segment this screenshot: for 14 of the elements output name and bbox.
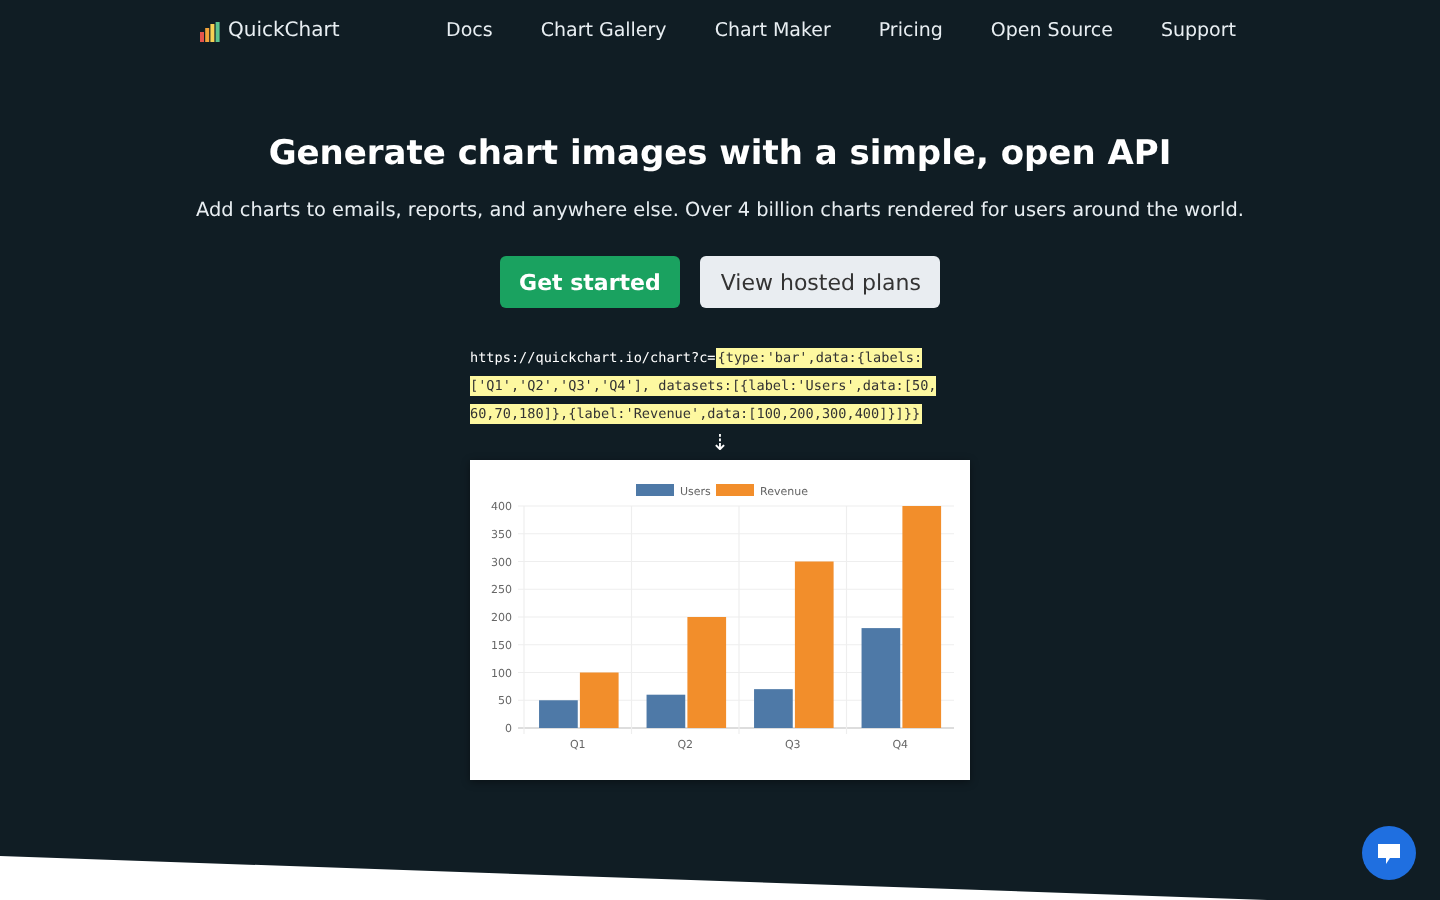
- nav-link[interactable]: Chart Gallery: [540, 19, 667, 41]
- bar-chart-logo-icon: [200, 19, 220, 41]
- down-arrow-icon: ⇣: [710, 432, 730, 456]
- plans-button[interactable]: View hosted plans: [700, 256, 941, 308]
- hero-subtitle: Add charts to emails, reports, and anywhere else. Over 4 billion charts rendered for users around the world.: [196, 200, 1244, 222]
- nav-link[interactable]: Open Source: [990, 19, 1113, 41]
- hero-title: Generate chart images with a simple, open API: [268, 134, 1172, 174]
- nav-link[interactable]: Support: [1160, 19, 1236, 41]
- nav-link[interactable]: Chart Maker: [714, 19, 831, 41]
- nav-link[interactable]: Pricing: [878, 19, 943, 41]
- brand-name[interactable]: QuickChart: [228, 19, 340, 41]
- nav-link[interactable]: Docs: [446, 19, 493, 41]
- chat-button[interactable]: [1362, 826, 1416, 880]
- chat-bubble-icon: [1376, 841, 1402, 865]
